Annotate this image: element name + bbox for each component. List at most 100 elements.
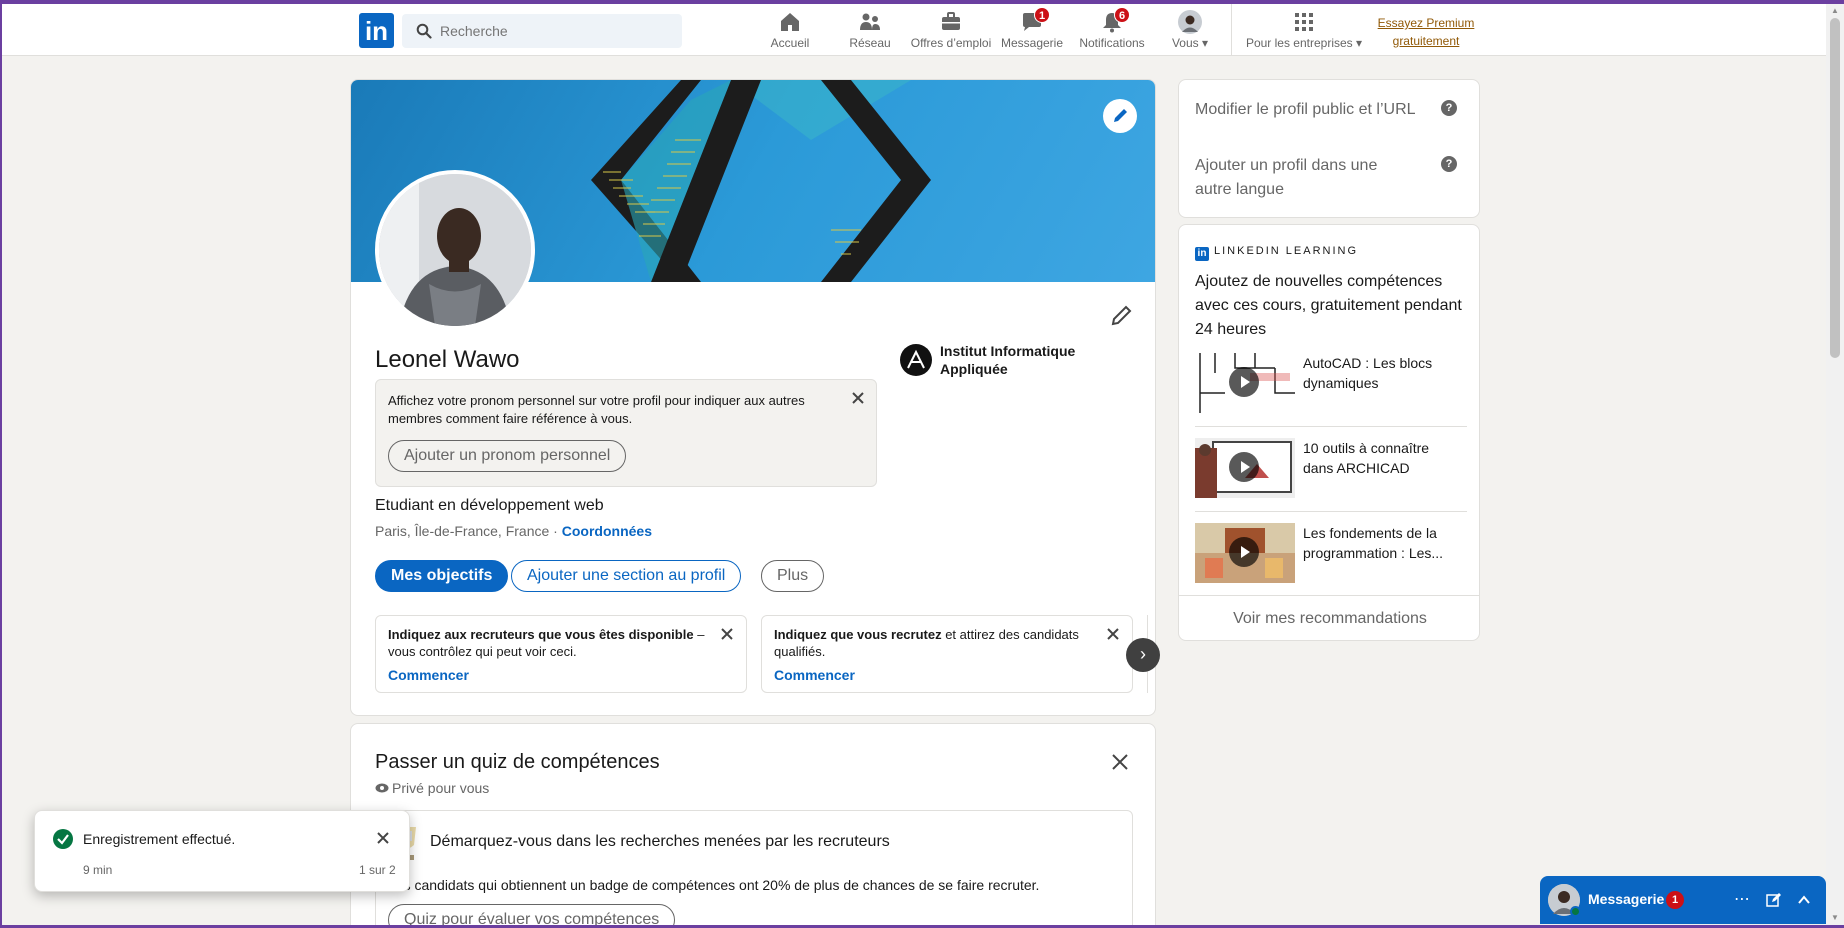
search-box[interactable]	[402, 14, 682, 48]
close-icon	[852, 392, 864, 404]
play-icon	[1229, 367, 1259, 397]
scroll-down-arrow-icon[interactable]: ▼	[1830, 913, 1840, 923]
messaging-unread-badge: 1	[1666, 891, 1684, 909]
online-status-icon	[1570, 906, 1581, 917]
scroll-up-arrow-icon[interactable]: ▲	[1830, 6, 1840, 16]
linkedin-logo[interactable]: in	[359, 13, 394, 48]
course-thumbnail	[1195, 523, 1295, 583]
chevron-down-icon: ▾	[1356, 36, 1363, 50]
course-divider	[1195, 511, 1467, 512]
toast-close-button[interactable]	[373, 828, 393, 848]
messaging-badge: 1	[1034, 7, 1051, 23]
course-thumbnail	[1195, 438, 1295, 498]
hiring-cta[interactable]: Commencer	[774, 667, 855, 683]
hiring-card: Indiquez que vous recrutez et attirez de…	[761, 615, 1133, 693]
nav-network[interactable]: Réseau	[840, 10, 900, 56]
nav-messaging[interactable]: 1 Messagerie	[1000, 7, 1064, 56]
help-icon[interactable]: ?	[1441, 100, 1457, 116]
nav-for-business[interactable]: Pour les entreprises ▾	[1242, 10, 1366, 56]
course-item[interactable]: AutoCAD : Les blocs dynamiques	[1195, 353, 1467, 423]
quiz-description: Les candidats qui obtiennent un badge de…	[388, 877, 1040, 893]
open-to-work-close-button[interactable]	[718, 625, 736, 643]
open-to-work-text: Indiquez aux recruteurs que vous êtes di…	[388, 627, 705, 659]
nav-messaging-label: Messagerie	[1000, 36, 1064, 50]
course-divider	[1195, 426, 1467, 427]
premium-line-1: Essayez Premium	[1377, 16, 1475, 30]
close-icon	[377, 832, 389, 844]
edit-banner-button[interactable]	[1103, 99, 1137, 133]
nav-me[interactable]: Vous ▾	[1164, 10, 1216, 56]
nav-notifications[interactable]: 6 Notifications	[1074, 7, 1150, 56]
messaging-bar[interactable]: Messagerie 1 ⋯	[1540, 876, 1826, 924]
profile-card: Leonel Wawo Institut Informatique Appliq…	[350, 79, 1156, 716]
compose-icon[interactable]	[1762, 888, 1786, 912]
premium-line-2: gratuitement	[1392, 34, 1460, 48]
search-icon	[416, 23, 432, 39]
nav-jobs[interactable]: Offres d’emploi	[908, 10, 994, 56]
help-icon[interactable]: ?	[1441, 156, 1457, 172]
chevron-up-icon[interactable]	[1792, 888, 1816, 912]
carousel-next-button[interactable]: ›	[1126, 638, 1160, 672]
scrollbar-thumb[interactable]	[1830, 18, 1840, 358]
nav-network-label: Réseau	[849, 36, 891, 50]
chevron-right-icon: ›	[1140, 644, 1146, 664]
nav-jobs-label: Offres d’emploi	[910, 36, 992, 50]
add-language-profile-link[interactable]: Ajouter un profil dans une autre langue	[1195, 154, 1415, 202]
page-scrollbar[interactable]: ▲ ▼	[1826, 4, 1844, 925]
quiz-inner-title: Démarquez-vous dans les recherches menée…	[430, 833, 890, 850]
save-toast: Enregistrement effectué. 9 min 1 sur 2	[34, 810, 410, 892]
nav-home[interactable]: Accueil	[760, 10, 820, 56]
quiz-privacy: Privé pour vous	[375, 780, 489, 796]
profile-headline: Etudiant en développement web	[375, 497, 604, 514]
school-name: Institut Informatique Appliquée	[940, 343, 1076, 377]
add-pronoun-button[interactable]: Ajouter un pronom personnel	[388, 440, 627, 472]
open-to-work-cta[interactable]: Commencer	[388, 667, 469, 683]
add-section-button[interactable]: Ajouter une section au profil	[511, 560, 742, 592]
hiring-close-button[interactable]	[1104, 625, 1122, 643]
course-thumbnail	[1195, 353, 1295, 413]
network-icon	[860, 13, 880, 30]
search-input[interactable]	[440, 14, 670, 48]
pronoun-text: Affichez votre pronom personnel sur votr…	[388, 393, 805, 426]
course-title: 10 outils à connaître dans ARCHICAD	[1303, 440, 1430, 476]
close-icon	[1112, 754, 1128, 770]
chevron-down-icon: ▾	[1202, 36, 1209, 50]
try-premium-link[interactable]: Essayez Premium gratuitement	[1374, 14, 1478, 50]
close-icon	[721, 628, 733, 640]
me-avatar	[1178, 10, 1202, 34]
more-options-icon[interactable]: ⋯	[1730, 888, 1754, 912]
jobs-icon	[942, 12, 960, 30]
pencil-icon	[1114, 109, 1127, 122]
linkedin-learning-logo: in	[1195, 247, 1209, 261]
nav-notifications-label: Notifications	[1079, 36, 1145, 50]
edit-intro-button[interactable]	[1108, 301, 1136, 329]
play-icon	[1229, 537, 1259, 567]
course-title: AutoCAD : Les blocs dynamiques	[1303, 355, 1433, 391]
grid-icon	[1295, 13, 1313, 31]
goals-button[interactable]: Mes objectifs	[375, 560, 509, 592]
play-icon	[1229, 452, 1259, 482]
course-item[interactable]: Les fondements de la programmation : Les…	[1195, 523, 1467, 593]
eye-icon	[375, 783, 389, 793]
linkedin-learning-card: in LINKEDIN LEARNING Ajoutez de nouvelles…	[1178, 224, 1480, 641]
contact-info-link[interactable]: Coordonnées	[562, 523, 652, 539]
profile-avatar[interactable]	[375, 170, 535, 330]
notifications-badge: 6	[1114, 7, 1131, 23]
hiring-text: Indiquez que vous recrutez et attirez de…	[774, 627, 1079, 659]
toast-count: 1 sur 2	[359, 863, 396, 877]
school-logo	[900, 344, 932, 376]
messaging-label: Messagerie	[1588, 891, 1665, 907]
toast-time: 9 min	[83, 863, 113, 877]
quiz-close-button[interactable]	[1108, 750, 1132, 774]
learning-intro: Ajoutez de nouvelles compétences avec ce…	[1195, 273, 1462, 338]
more-button[interactable]: Plus	[761, 560, 825, 592]
course-item[interactable]: 10 outils à connaître dans ARCHICAD	[1195, 438, 1467, 508]
window-frame-left	[0, 0, 2, 928]
see-recommendations-link[interactable]: Voir mes recommandations	[1179, 595, 1479, 640]
pronoun-prompt: Affichez votre pronom personnel sur votr…	[375, 379, 877, 487]
edit-public-profile-link[interactable]: Modifier le profil public et l’URL	[1195, 98, 1435, 122]
check-circle-icon	[53, 829, 73, 849]
quiz-title: Passer un quiz de compétences	[375, 751, 660, 773]
pronoun-close-button[interactable]	[848, 388, 868, 408]
location-separator: ·	[549, 523, 562, 539]
